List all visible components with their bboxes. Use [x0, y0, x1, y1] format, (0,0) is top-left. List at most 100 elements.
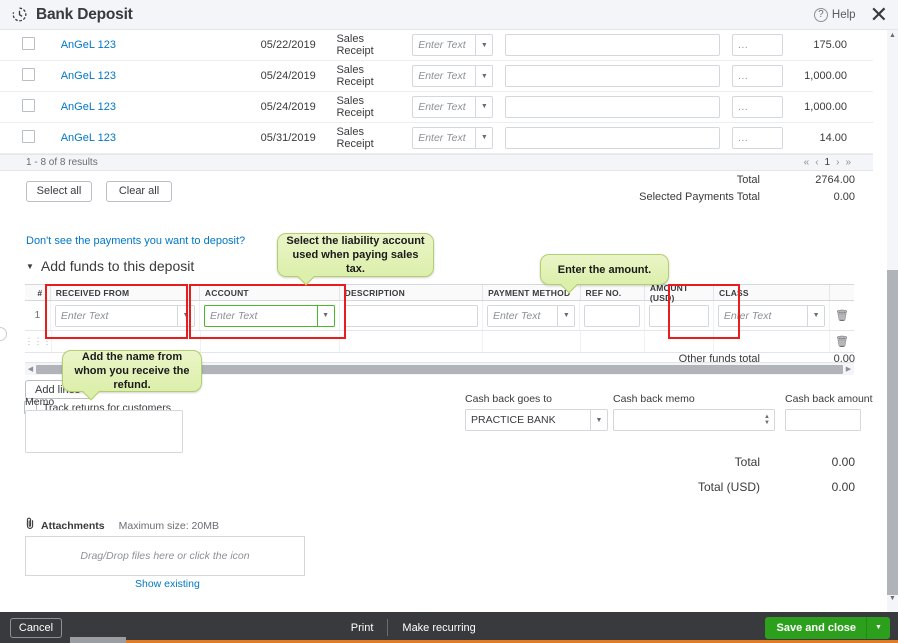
row-date: 05/24/2019 [260, 70, 316, 83]
table-row[interactable]: AnGeL 123 05/31/2019 Sales Receipt Enter… [0, 122, 873, 154]
cancel-button[interactable]: Cancel [10, 617, 62, 638]
chevron-down-icon[interactable]: ▼ [867, 624, 890, 631]
page-prev-icon[interactable]: ‹ [815, 157, 818, 168]
row-date: 05/24/2019 [260, 100, 316, 113]
print-button[interactable]: Print [337, 622, 388, 634]
table-row[interactable]: AnGeL 123 05/24/2019 Sales Receipt Enter… [0, 92, 873, 123]
row-smallfield[interactable]: … [731, 65, 783, 88]
grid-data-row[interactable]: 1 Enter Text ▼ Enter Text ▼ Enter Text ▼… [25, 301, 854, 331]
description-input[interactable] [343, 304, 478, 327]
payment-method-dropdown[interactable]: Enter Text ▼ [486, 304, 576, 327]
selected-payments-value: 0.00 [833, 191, 855, 203]
table-row[interactable]: AnGeL 123 05/22/2019 Sales Receipt Enter… [0, 30, 873, 61]
empty-account[interactable] [201, 331, 341, 352]
grid-header-row: # RECEIVED FROM ACCOUNT DESCRIPTION PAYM… [25, 283, 854, 303]
total-row: Total 0.00 [640, 455, 855, 469]
add-funds-section-header[interactable]: ▼ Add funds to this deposit [26, 258, 194, 274]
callout-account: Select the liability account used when p… [277, 233, 434, 277]
row-smallfield[interactable]: … [731, 126, 783, 149]
scroll-right-icon[interactable]: ▶ [843, 365, 854, 373]
received-from-dropdown[interactable]: Enter Text ▼ [54, 304, 195, 327]
amount-input[interactable] [648, 304, 709, 327]
save-and-close-button[interactable]: Save and close ▼ [764, 616, 890, 639]
total-label: Total [734, 455, 760, 469]
page-number[interactable]: 1 [825, 157, 831, 168]
trash-icon[interactable]: 🗑 [835, 309, 849, 322]
customer-link[interactable]: AnGeL 123 [61, 101, 116, 113]
empty-ref-no[interactable] [581, 331, 645, 352]
empty-amount[interactable] [645, 331, 715, 352]
table-row[interactable]: AnGeL 123 05/24/2019 Sales Receipt Enter… [0, 61, 873, 92]
row-checkbox[interactable] [22, 37, 35, 51]
row-checkbox[interactable] [22, 68, 35, 82]
class-dropdown[interactable]: Enter Text ▼ [717, 304, 826, 327]
row-bigfield[interactable] [505, 65, 720, 88]
clear-all-button[interactable]: Clear all [106, 180, 172, 202]
pagination[interactable]: « ‹ 1 › » [804, 157, 851, 168]
row-amount: 175.00 [813, 39, 847, 52]
customer-link[interactable]: AnGeL 123 [61, 132, 116, 144]
memo-input[interactable] [25, 410, 183, 453]
row-memo-dropdown[interactable]: Enter Text ▼ [412, 34, 494, 57]
trash-icon[interactable]: 🗑 [835, 335, 849, 348]
row-type: Sales Receipt [336, 94, 374, 119]
vertical-scrollbar-thumb[interactable] [887, 270, 898, 612]
cash-back-amount-input[interactable] [785, 409, 861, 431]
scroll-down-icon[interactable]: ▼ [887, 595, 898, 612]
row-memo-placeholder: Enter Text [418, 100, 466, 113]
row-memo-dropdown[interactable]: Enter Text ▼ [412, 126, 494, 149]
row-smallfield[interactable]: … [731, 95, 783, 118]
cash-back-goes-to-dropdown[interactable]: PRACTICE BANK ▼ [465, 409, 608, 431]
drag-grip-icon[interactable]: ⋮⋮⋮ [25, 337, 52, 346]
empty-description[interactable] [340, 331, 484, 352]
col-account: ACCOUNT [200, 285, 340, 300]
cash-back-memo-input[interactable]: ▲ ▼ [613, 409, 775, 431]
memo-label: Memo [25, 396, 55, 408]
selected-payments-label: Selected Payments Total [639, 191, 760, 203]
row-date: 05/22/2019 [260, 39, 316, 52]
account-dropdown[interactable]: Enter Text ▼ [203, 304, 335, 327]
total-value: 0.00 [831, 455, 855, 469]
dropzone-text: Drag/Drop files here or click the icon [80, 550, 250, 562]
empty-received-from[interactable] [52, 331, 201, 352]
empty-payment-method[interactable] [483, 331, 581, 352]
row-memo-placeholder: Enter Text [418, 39, 466, 52]
row-memo-dropdown[interactable]: Enter Text ▼ [412, 95, 494, 118]
row-bigfield[interactable] [505, 34, 720, 57]
help-button[interactable]: ? Help [813, 7, 856, 22]
row-memo-dropdown[interactable]: Enter Text ▼ [412, 65, 494, 88]
empty-class[interactable] [714, 331, 831, 352]
row-bigfield[interactable] [505, 126, 720, 149]
col-ref-no: REF NO. [581, 285, 645, 300]
select-all-button[interactable]: Select all [26, 180, 92, 202]
scroll-up-icon[interactable]: ▲ [887, 30, 898, 39]
total-usd-label: Total (USD) [697, 480, 760, 494]
col-amount-usd: AMOUNT (USD) [645, 283, 714, 303]
attachment-dropzone[interactable]: Drag/Drop files here or click the icon [25, 536, 305, 576]
row-checkbox[interactable] [22, 98, 35, 112]
dont-see-payments-link[interactable]: Don't see the payments you want to depos… [26, 235, 245, 247]
ref-no-input[interactable] [584, 304, 640, 327]
row-amount: 1,000.00 [804, 70, 847, 83]
scroll-left-icon[interactable]: ◀ [25, 365, 36, 373]
page-vertical-scrollbar[interactable]: ▲ [887, 30, 898, 612]
page-next-icon[interactable]: › [836, 157, 839, 168]
row-bigfield[interactable] [505, 95, 720, 118]
class-placeholder: Enter Text [723, 309, 772, 322]
customer-link[interactable]: AnGeL 123 [61, 39, 116, 51]
col-num: # [25, 285, 51, 300]
chevron-down-icon: ▼ [590, 410, 607, 430]
cash-back-amount-label: Cash back amount [785, 393, 873, 405]
customer-link[interactable]: AnGeL 123 [61, 70, 116, 82]
row-smallfield[interactable]: … [731, 34, 783, 57]
results-count: 1 - 8 of 8 results [26, 156, 98, 168]
show-existing-link[interactable]: Show existing [135, 578, 200, 590]
make-recurring-button[interactable]: Make recurring [388, 622, 489, 634]
row-checkbox[interactable] [22, 129, 35, 143]
spinner-arrows-icon[interactable]: ▲ ▼ [764, 414, 774, 426]
payment-method-placeholder: Enter Text [492, 309, 541, 322]
page-first-icon[interactable]: « [804, 157, 810, 168]
close-x-icon[interactable]: ✕ [870, 3, 888, 26]
page-last-icon[interactable]: » [845, 157, 851, 168]
cash-back-goes-to-value: PRACTICE BANK [471, 414, 556, 426]
